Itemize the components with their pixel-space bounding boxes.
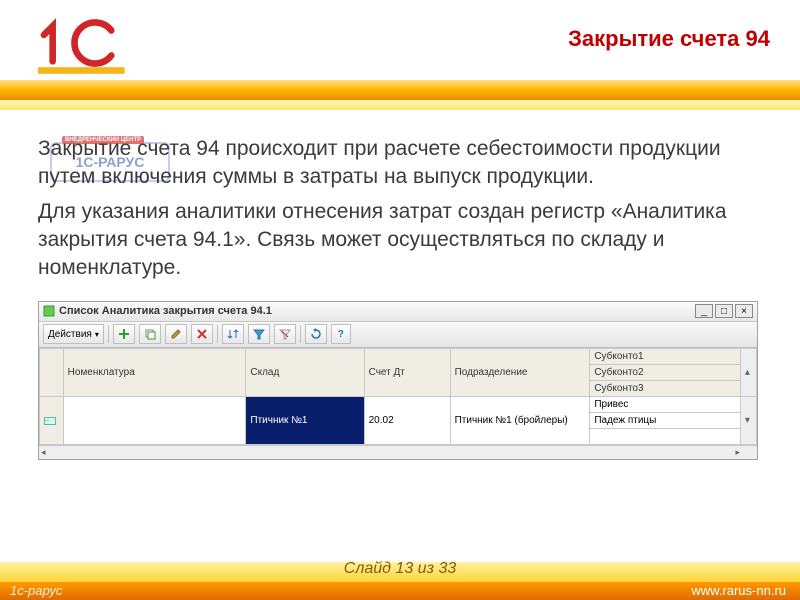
row-marker-header bbox=[40, 348, 64, 396]
scroll-down-icon[interactable]: ▾ bbox=[740, 396, 756, 444]
row-marker[interactable]: ~ bbox=[40, 396, 64, 444]
footer-brand-right: www.rarus-nn.ru bbox=[691, 583, 786, 598]
help-icon[interactable]: ? bbox=[331, 324, 351, 344]
col-header-department[interactable]: Подразделение bbox=[450, 348, 590, 396]
col-header-subconto3[interactable]: Субконто3 bbox=[590, 380, 740, 396]
slide-counter: Слайд 13 из 33 bbox=[344, 560, 456, 578]
cell-account[interactable]: 20.02 bbox=[364, 396, 450, 444]
window-icon bbox=[43, 305, 55, 317]
footer-stripe-orange bbox=[0, 582, 800, 600]
sort-icon[interactable] bbox=[222, 324, 244, 344]
close-button[interactable]: × bbox=[735, 304, 753, 318]
register-window: Список Аналитика закрытия счета 94.1 _ □… bbox=[38, 301, 758, 460]
slide-title: Закрытие счета 94 bbox=[568, 26, 770, 52]
scroll-left-icon[interactable]: ◂ bbox=[41, 447, 46, 458]
add-icon[interactable] bbox=[113, 324, 135, 344]
col-header-account[interactable]: Счет Дт bbox=[364, 348, 450, 396]
cell-warehouse[interactable]: Птичник №1 bbox=[246, 396, 364, 444]
edit-icon[interactable] bbox=[165, 324, 187, 344]
cell-department[interactable]: Птичник №1 (бройлеры) bbox=[450, 396, 590, 444]
paragraph-2: Для указания аналитики отнесения затрат … bbox=[38, 198, 770, 283]
window-toolbar: Действия▾ ? bbox=[39, 322, 757, 348]
header-stripe-orange bbox=[0, 80, 800, 100]
scroll-up-icon[interactable]: ▴ bbox=[740, 348, 756, 396]
col-header-nomenclature[interactable]: Номенклатура bbox=[63, 348, 246, 396]
cell-subconto3[interactable] bbox=[590, 428, 740, 444]
refresh-icon[interactable] bbox=[305, 324, 327, 344]
col-header-subconto1[interactable]: Субконто1 bbox=[590, 348, 740, 364]
header-stripe-yellow bbox=[0, 100, 800, 110]
delete-icon[interactable] bbox=[191, 324, 213, 344]
actions-menu-button[interactable]: Действия▾ bbox=[43, 324, 104, 344]
col-header-subconto2[interactable]: Субконто2 bbox=[590, 364, 740, 380]
slide-body: Закрытие счета 94 происходит при расчете… bbox=[0, 110, 800, 283]
paragraph-1: Закрытие счета 94 происходит при расчете… bbox=[38, 135, 770, 192]
decorative-cloud bbox=[600, 510, 760, 570]
data-grid[interactable]: Номенклатура Склад Счет Дт Подразделение… bbox=[39, 348, 757, 459]
footer-brand-left: 1с-рарус bbox=[10, 583, 62, 598]
window-title: Список Аналитика закрытия счета 94.1 bbox=[59, 305, 695, 317]
col-header-warehouse[interactable]: Склад bbox=[246, 348, 364, 396]
horizontal-scrollbar[interactable]: ◂ ▸ bbox=[39, 445, 757, 459]
cell-subconto1[interactable]: Привес bbox=[590, 396, 740, 412]
scroll-right-icon[interactable]: ▸ bbox=[735, 447, 740, 458]
cell-subconto2[interactable]: Падеж птицы bbox=[590, 412, 740, 428]
minimize-button[interactable]: _ bbox=[695, 304, 713, 318]
add-copy-icon[interactable] bbox=[139, 324, 161, 344]
filter-clear-icon[interactable] bbox=[274, 324, 296, 344]
window-titlebar: Список Аналитика закрытия счета 94.1 _ □… bbox=[39, 302, 757, 322]
filter-icon[interactable] bbox=[248, 324, 270, 344]
record-marker-icon: ~ bbox=[44, 417, 56, 425]
decorative-cloud bbox=[20, 510, 180, 570]
maximize-button[interactable]: □ bbox=[715, 304, 733, 318]
cell-nomenclature[interactable] bbox=[63, 396, 246, 444]
logo-1c bbox=[38, 10, 126, 81]
